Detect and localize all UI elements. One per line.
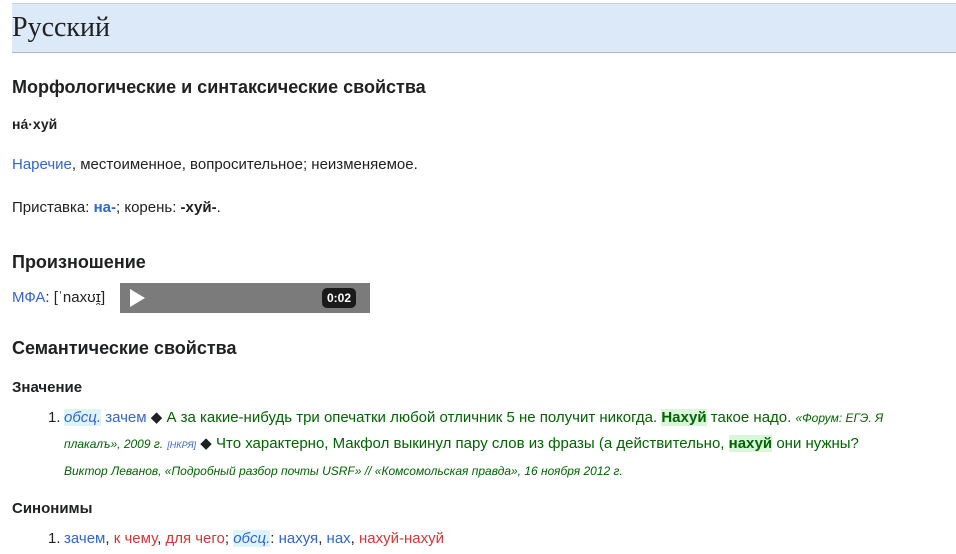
ipa-line: МФА: [ˈnaxʊɪ̯] — [12, 288, 105, 308]
synonym-obscene-abbr[interactable]: обсц. — [233, 530, 271, 547]
prefix-link[interactable]: на- — [94, 199, 116, 216]
language-title: Русский — [12, 12, 110, 43]
ipa-link[interactable]: МФА — [12, 289, 45, 306]
pos-link[interactable]: Наречие — [12, 156, 72, 173]
synonym-link-3[interactable]: для чего — [165, 530, 224, 547]
meaning-heading: Значение — [12, 379, 83, 396]
meaning-line-2: плакалъ», 2009 г. [НКРЯ] ◆ Что характерн… — [64, 434, 859, 455]
root-label: ; корень: — [116, 199, 181, 216]
gloss-link[interactable]: зачем — [105, 409, 146, 426]
ipa-transcription: [ˈnaxʊɪ̯] — [53, 289, 106, 306]
synonym-link-5[interactable]: нах — [327, 530, 351, 547]
example1-source-a: «Форум: ЕГЭ. Я — [795, 411, 884, 425]
meaning-line-1: обсц. зачем ◆ А за какие-нибудь три опеч… — [64, 408, 883, 428]
meaning-line-3: Виктор Леванов, «Подробный разбор почты … — [64, 461, 623, 481]
synonym-list: зачем, к чему, для чего; обсц.: нахуя, н… — [64, 530, 445, 547]
example1-text-a: А за какие-нибудь три опечатки любой отл… — [166, 409, 658, 426]
obscene-abbr[interactable]: обсц. — [64, 409, 102, 426]
synonyms-heading: Синонимы — [12, 500, 93, 517]
pronunciation-heading: Произношение — [12, 252, 146, 272]
example1-text-b: такое надо. — [710, 409, 792, 426]
headword: на́·хуй — [12, 116, 58, 132]
synonym-link-4[interactable]: нахуя — [279, 530, 319, 547]
nkry-link[interactable]: [НКРЯ] — [167, 440, 196, 450]
synonym-link-2[interactable]: к чему — [114, 530, 157, 547]
example-diamond: ◆ — [150, 409, 163, 426]
example2-highlight: нахуй — [728, 435, 773, 452]
part-of-speech-line: Наречие, местоименное, вопросительное; н… — [12, 155, 418, 175]
audio-duration: 0:02 — [321, 288, 356, 308]
root-text: -хуй- — [180, 199, 217, 216]
pos-description: , местоименное, вопросительное; неизменя… — [71, 156, 418, 173]
example2-text-a: Что характерно, Макфол выкинул пару слов… — [216, 435, 725, 452]
morpheme-end: . — [216, 199, 221, 216]
example2-source: Виктор Леванов, «Подробный разбор почты … — [64, 464, 623, 478]
language-header: Русский — [12, 3, 956, 53]
meaning-item-number: 1. — [48, 409, 61, 426]
play-icon[interactable] — [130, 289, 145, 307]
prefix-label: Приставка: — [12, 199, 94, 216]
semantics-heading: Семантические свойства — [12, 338, 237, 358]
synonym-item-number: 1. — [48, 530, 61, 547]
example-diamond-2: ◆ — [200, 435, 212, 452]
morphology-heading: Морфологические и синтаксические свойств… — [12, 77, 426, 97]
morpheme-line: Приставка: на-; корень: -хуй-. — [12, 198, 221, 218]
ipa-colon: : — [45, 289, 54, 306]
audio-player[interactable]: 0:02 — [120, 283, 370, 313]
synonym-link-6[interactable]: нахуй-нахуй — [359, 530, 444, 547]
example1-highlight: Нахуй — [661, 409, 707, 426]
example1-source-b: плакалъ», 2009 г. — [64, 437, 164, 451]
synonym-link-1[interactable]: зачем — [64, 530, 105, 547]
example2-text-b: они нужны? — [776, 435, 859, 452]
